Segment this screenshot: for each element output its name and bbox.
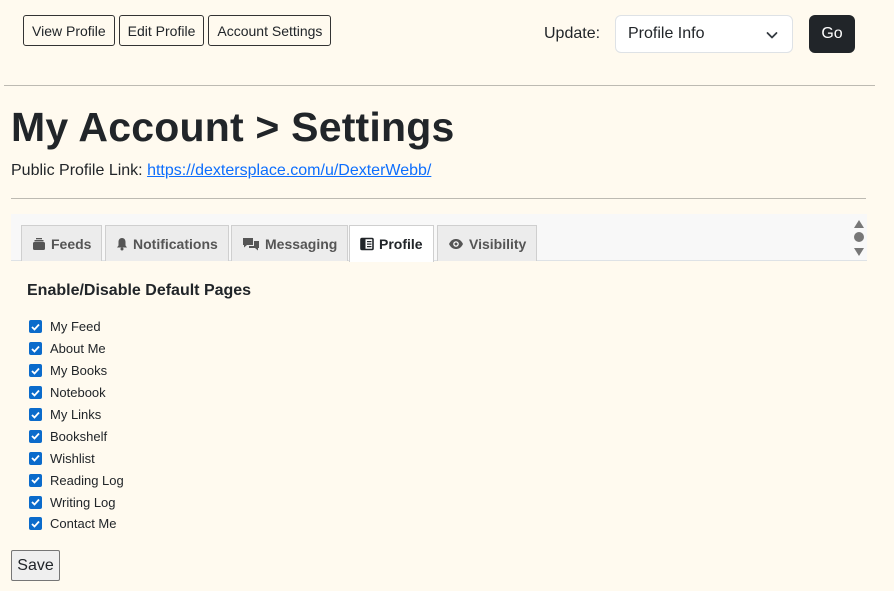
page-label: Notebook bbox=[50, 385, 106, 401]
edit-profile-button[interactable]: Edit Profile bbox=[118, 15, 205, 46]
page-label: Reading Log bbox=[50, 472, 124, 488]
check-icon bbox=[31, 455, 40, 463]
page-checkbox[interactable] bbox=[29, 408, 42, 421]
check-icon bbox=[31, 367, 40, 375]
page-checkbox[interactable] bbox=[29, 517, 42, 531]
list-item: My Books bbox=[29, 360, 124, 382]
list-item: Reading Log bbox=[29, 469, 124, 491]
list-item: Contact Me bbox=[29, 513, 124, 535]
top-nav: View Profile Edit Profile Account Settin… bbox=[23, 15, 332, 46]
list-item: About Me bbox=[29, 338, 124, 360]
tab-visibility[interactable]: Visibility bbox=[437, 225, 538, 261]
page-title: My Account > Settings bbox=[11, 104, 455, 150]
list-item: Bookshelf bbox=[29, 425, 124, 447]
check-icon bbox=[31, 411, 40, 419]
page-label: My Books bbox=[50, 363, 108, 379]
page-label: About Me bbox=[50, 341, 106, 357]
list-item: Wishlist bbox=[29, 447, 124, 469]
profile-link[interactable]: https://dextersplace.com/u/DexterWebb/ bbox=[147, 162, 431, 179]
tab-feeds[interactable]: Feeds bbox=[21, 225, 103, 261]
tab-messaging[interactable]: Messaging bbox=[231, 225, 349, 261]
tab-notifications[interactable]: Notifications bbox=[105, 225, 229, 261]
page-label: My Links bbox=[50, 407, 102, 422]
update-select-value: Profile Info bbox=[628, 25, 705, 42]
list-item: Notebook bbox=[29, 382, 124, 404]
tab-label: Notifications bbox=[133, 235, 218, 252]
default-pages-list: My Feed About Me My Books Notebook My Li… bbox=[29, 316, 124, 535]
check-icon bbox=[31, 433, 40, 441]
bell-icon bbox=[117, 237, 127, 250]
page-checkbox[interactable] bbox=[29, 320, 42, 334]
profile-link-label: Public Profile Link: bbox=[11, 162, 143, 179]
profile-icon bbox=[360, 237, 374, 251]
check-icon bbox=[31, 498, 40, 506]
divider bbox=[11, 198, 866, 199]
check-icon bbox=[31, 323, 40, 331]
page-checkbox[interactable] bbox=[29, 495, 42, 509]
scroll-dot[interactable] bbox=[854, 232, 864, 242]
section-heading: Enable/Disable Default Pages bbox=[27, 282, 252, 299]
tab-profile[interactable]: Profile bbox=[349, 225, 434, 262]
update-select[interactable]: Profile Info bbox=[615, 15, 793, 53]
chat-icon bbox=[243, 237, 259, 250]
arrow-up-icon[interactable] bbox=[854, 220, 864, 228]
save-button[interactable]: Save bbox=[11, 550, 60, 581]
chevron-down-icon bbox=[766, 32, 778, 39]
page-checkbox[interactable] bbox=[29, 429, 42, 443]
page-checkbox[interactable] bbox=[29, 473, 42, 487]
tab-label: Visibility bbox=[469, 235, 527, 252]
tab-label: Feeds bbox=[51, 235, 92, 252]
feeds-icon bbox=[33, 237, 45, 250]
view-profile-button[interactable]: View Profile bbox=[23, 15, 115, 46]
settings-tabs: Feeds Notifications Messaging Profile Vi… bbox=[11, 214, 867, 262]
divider bbox=[4, 85, 875, 86]
account-settings-button[interactable]: Account Settings bbox=[208, 15, 332, 46]
profile-link-row: Public Profile Link: https://dextersplac… bbox=[11, 162, 431, 180]
page-checkbox[interactable] bbox=[29, 342, 42, 356]
page-label: Wishlist bbox=[50, 450, 95, 466]
page-checkbox[interactable] bbox=[29, 451, 42, 465]
check-icon bbox=[31, 477, 40, 484]
tab-label: Profile bbox=[379, 236, 423, 252]
check-icon bbox=[31, 389, 40, 397]
page-checkbox[interactable] bbox=[29, 386, 42, 400]
eye-icon bbox=[449, 238, 463, 249]
arrow-down-icon[interactable] bbox=[854, 248, 864, 256]
check-icon bbox=[31, 345, 40, 353]
page-checkbox[interactable] bbox=[29, 364, 42, 378]
page-label: My Feed bbox=[50, 319, 101, 335]
check-icon bbox=[31, 520, 40, 528]
tab-label: Messaging bbox=[265, 235, 338, 252]
update-label: Update: bbox=[544, 25, 601, 42]
go-button[interactable]: Go bbox=[809, 15, 855, 53]
list-item: Writing Log bbox=[29, 491, 124, 513]
list-item: My Links bbox=[29, 404, 124, 426]
list-item: My Feed bbox=[29, 316, 124, 338]
page-label: Bookshelf bbox=[50, 428, 108, 444]
page-label: Contact Me bbox=[50, 516, 117, 532]
page-label: Writing Log bbox=[50, 494, 116, 510]
